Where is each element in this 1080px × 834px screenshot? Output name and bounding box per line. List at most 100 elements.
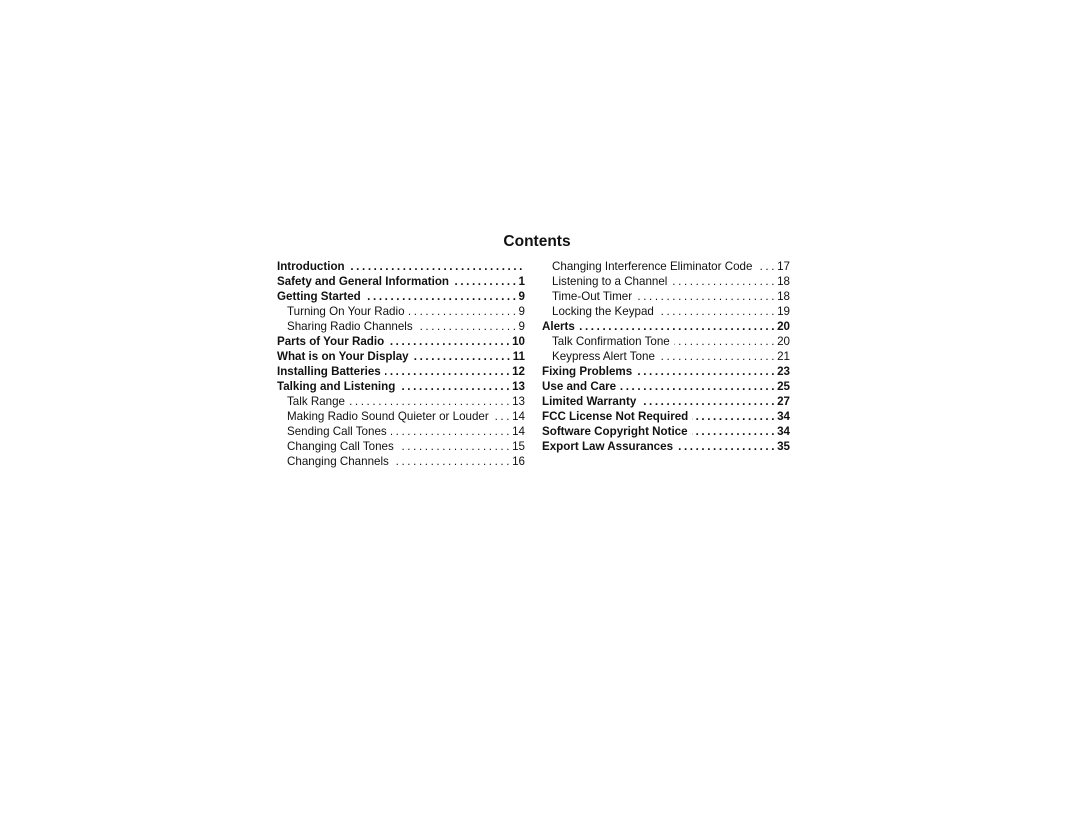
toc-entry-label: Alerts bbox=[542, 320, 575, 333]
page-title: Contents bbox=[503, 233, 571, 250]
toc-entry-label: Introduction bbox=[277, 260, 345, 273]
toc-entry[interactable]: Getting Started.........................… bbox=[277, 289, 525, 304]
toc-entry[interactable]: Parts of Your Radio.....................… bbox=[277, 334, 525, 349]
toc-entry[interactable]: Export Law Assurances...................… bbox=[542, 439, 790, 454]
toc-dot-leader: ........................................… bbox=[756, 260, 778, 273]
toc-dot-leader: ........................................… bbox=[393, 455, 513, 468]
toc-entry-label: Locking the Keypad bbox=[552, 305, 654, 318]
toc-entry-label: Parts of Your Radio bbox=[277, 335, 385, 348]
toc-entry[interactable]: Keypress Alert Tone.....................… bbox=[542, 349, 790, 364]
toc-entry[interactable]: Software Copyright Notice...............… bbox=[542, 424, 790, 439]
toc-entry-label: Getting Started bbox=[277, 290, 361, 303]
toc-entry[interactable]: Turning On Your Radio...................… bbox=[277, 304, 525, 319]
toc-page-number: 9 bbox=[518, 305, 525, 318]
toc-right-column: Changing Interference Eliminator Code...… bbox=[542, 259, 790, 454]
toc-entry[interactable]: Making Radio Sound Quieter or Louder....… bbox=[277, 409, 525, 424]
toc-entry-label: FCC License Not Required bbox=[542, 410, 689, 423]
toc-page-number: 11 bbox=[512, 350, 525, 363]
toc-entry-label: Fixing Problems bbox=[542, 365, 633, 378]
toc-dot-leader: ........................................… bbox=[579, 320, 778, 333]
toc-dot-leader: ........................................… bbox=[677, 440, 778, 453]
toc-entry-label: Talking and Listening bbox=[277, 380, 396, 393]
toc-entry-label: Time-Out Timer bbox=[552, 290, 633, 303]
toc-dot-leader: ........................................… bbox=[388, 335, 513, 348]
toc-page-number: 34 bbox=[777, 410, 790, 423]
toc-entry-label: Making Radio Sound Quieter or Louder bbox=[287, 410, 489, 423]
toc-page-number: 16 bbox=[512, 455, 525, 468]
toc-dot-leader: ........................................… bbox=[399, 380, 513, 393]
toc-dot-leader: ........................................… bbox=[671, 275, 778, 288]
toc-entry[interactable]: Sharing Radio Channels..................… bbox=[277, 319, 525, 334]
toc-page-number: 25 bbox=[777, 380, 790, 393]
toc-entry-label: Software Copyright Notice bbox=[542, 425, 688, 438]
toc-entry[interactable]: Locking the Keypad......................… bbox=[542, 304, 790, 319]
toc-dot-leader: ........................................… bbox=[349, 260, 525, 273]
toc-dot-leader: ........................................… bbox=[413, 350, 513, 363]
toc-entry-label: Changing Call Tones bbox=[287, 440, 394, 453]
toc-entry-label: Limited Warranty bbox=[542, 395, 637, 408]
toc-page-number: 14 bbox=[512, 410, 525, 423]
toc-entry-label: Listening to a Channel bbox=[552, 275, 668, 288]
toc-entry[interactable]: Use and Care............................… bbox=[542, 379, 790, 394]
toc-entry-label: Sharing Radio Channels bbox=[287, 320, 413, 333]
toc-entry[interactable]: Limited Warranty........................… bbox=[542, 394, 790, 409]
toc-entry[interactable]: Fixing Problems.........................… bbox=[542, 364, 790, 379]
toc-dot-leader: ........................................… bbox=[692, 410, 778, 423]
toc-entry-label: Installing Batteries bbox=[277, 365, 381, 378]
toc-page-number: 9 bbox=[518, 290, 525, 303]
toc-page-number: 18 bbox=[777, 275, 790, 288]
toc-entry[interactable]: Talk Range..............................… bbox=[277, 394, 525, 409]
toc-page-number: 15 bbox=[512, 440, 525, 453]
toc-dot-leader: ........................................… bbox=[658, 305, 778, 318]
toc-dot-leader: ........................................… bbox=[636, 290, 778, 303]
toc-entry[interactable]: FCC License Not Required................… bbox=[542, 409, 790, 424]
toc-page-number: 1 bbox=[518, 275, 525, 288]
toc-entry[interactable]: Sending Call Tones......................… bbox=[277, 424, 525, 439]
toc-page-number: 21 bbox=[777, 350, 790, 363]
toc-entry[interactable]: Installing Batteries....................… bbox=[277, 364, 525, 379]
toc-page-number: 10 bbox=[512, 335, 525, 348]
toc-page-number: 19 bbox=[777, 305, 790, 318]
toc-page-number: 34 bbox=[777, 425, 790, 438]
toc-left-column: Introduction............................… bbox=[277, 259, 525, 469]
toc-page-number: 20 bbox=[777, 320, 790, 333]
toc-page-number: 9 bbox=[518, 320, 525, 333]
toc-entry[interactable]: Listening to a Channel..................… bbox=[542, 274, 790, 289]
toc-dot-leader: ........................................… bbox=[640, 395, 778, 408]
toc-page-number: 13 bbox=[512, 395, 525, 408]
toc-dot-leader: ........................................… bbox=[384, 365, 513, 378]
toc-dot-leader: ........................................… bbox=[453, 275, 519, 288]
toc-dot-leader: ........................................… bbox=[659, 350, 778, 363]
toc-page-number: 12 bbox=[512, 365, 525, 378]
toc-entry-label: Changing Channels bbox=[287, 455, 389, 468]
toc-entry[interactable]: Changing Interference Eliminator Code...… bbox=[542, 259, 790, 274]
toc-entry[interactable]: Alerts..................................… bbox=[542, 319, 790, 334]
toc-entry-label: Talk Range bbox=[287, 395, 346, 408]
toc-dot-leader: ........................................… bbox=[620, 380, 778, 393]
toc-entry[interactable]: Introduction............................… bbox=[277, 259, 525, 274]
toc-entry-label: Talk Confirmation Tone bbox=[552, 335, 670, 348]
toc-entry-label: Use and Care bbox=[542, 380, 617, 393]
toc-dot-leader: ........................................… bbox=[674, 335, 778, 348]
toc-entry-label: Turning On Your Radio bbox=[287, 305, 405, 318]
toc-entry[interactable]: Talk Confirmation Tone..................… bbox=[542, 334, 790, 349]
toc-entry[interactable]: Safety and General Information..........… bbox=[277, 274, 525, 289]
toc-dot-leader: ........................................… bbox=[417, 320, 519, 333]
toc-dot-leader: ........................................… bbox=[349, 395, 513, 408]
toc-entry[interactable]: Changing Channels.......................… bbox=[277, 454, 525, 469]
toc-dot-leader: ........................................… bbox=[397, 440, 513, 453]
toc-entry[interactable]: Changing Call Tones.....................… bbox=[277, 439, 525, 454]
toc-entry[interactable]: Time-Out Timer..........................… bbox=[542, 289, 790, 304]
toc-entry[interactable]: Talking and Listening...................… bbox=[277, 379, 525, 394]
toc-page-number: 20 bbox=[777, 335, 790, 348]
toc-page-number: 14 bbox=[512, 425, 525, 438]
toc-dot-leader: ........................................… bbox=[493, 410, 513, 423]
toc-page-number: 17 bbox=[777, 260, 790, 273]
toc-entry-label: Sending Call Tones bbox=[287, 425, 387, 438]
toc-entry-label: Keypress Alert Tone bbox=[552, 350, 655, 363]
toc-page-number: 18 bbox=[777, 290, 790, 303]
toc-page-number: 13 bbox=[512, 380, 525, 393]
toc-entry[interactable]: What is on Your Display.................… bbox=[277, 349, 525, 364]
toc-dot-leader: ........................................… bbox=[365, 290, 519, 303]
toc-dot-leader: ........................................… bbox=[408, 305, 519, 318]
